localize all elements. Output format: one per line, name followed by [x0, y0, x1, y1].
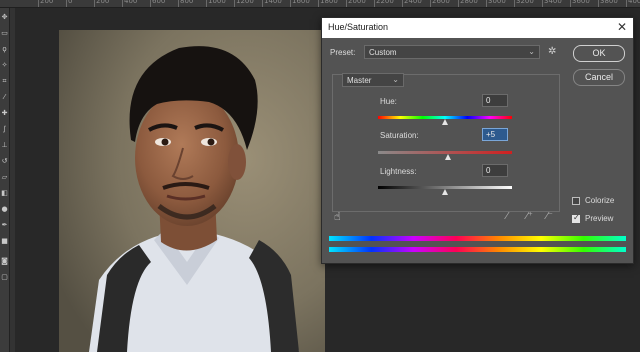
lightness-label: Lightness: — [380, 167, 417, 176]
saturation-input[interactable]: +5 — [482, 128, 508, 141]
colorize-checkbox[interactable] — [572, 197, 580, 205]
magic-wand-tool-icon[interactable]: ✧ — [1, 62, 8, 69]
ruler-tick-label: 800 — [180, 0, 194, 5]
preview-checkbox[interactable] — [572, 213, 580, 223]
ruler-tick — [486, 0, 487, 7]
history-brush-tool-icon[interactable]: ↺ — [1, 158, 8, 165]
ruler-tick — [346, 0, 347, 7]
ruler-tick — [514, 0, 515, 7]
preset-label: Preset: — [330, 48, 356, 57]
hue-input[interactable]: 0 — [482, 94, 508, 107]
hue-slider-thumb[interactable] — [442, 119, 448, 125]
brush-tool-icon[interactable]: ∫ — [1, 126, 8, 133]
pen-tool-icon[interactable]: ✒ — [1, 222, 8, 229]
ruler-tick — [626, 0, 627, 7]
close-icon[interactable]: ✕ — [617, 20, 627, 34]
ruler-tick — [402, 0, 403, 7]
ruler-tick — [178, 0, 179, 7]
preset-dropdown[interactable]: Custom ⌄ — [364, 45, 540, 59]
ruler-tick-label: 2200 — [376, 0, 394, 5]
portrait-photo — [59, 30, 325, 352]
ruler-tick — [206, 0, 207, 7]
hue-saturation-dialog: Hue/Saturation ✕ Preset: Custom ⌄ ✲ OK C… — [321, 17, 634, 264]
ruler-tick — [234, 0, 235, 7]
dialog-title: Hue/Saturation — [328, 22, 389, 32]
ruler-tick-label: 1400 — [264, 0, 282, 5]
left-ruler — [10, 8, 15, 352]
quick-mask-icon[interactable]: ◙ — [1, 258, 8, 265]
ruler-tick-label: 1000 — [208, 0, 226, 5]
lasso-tool-icon[interactable]: ϙ — [1, 46, 8, 53]
ruler-tick — [542, 0, 543, 7]
ruler-tick — [150, 0, 151, 7]
ruler-tick-label: 400 — [124, 0, 138, 5]
ruler-tick-label: 3400 — [544, 0, 562, 5]
tools-panel: ✥ ▭ ϙ ✧ ⌗ ⁄ ✚ ∫ ⊥ ↺ ▱ ◧ ● ✒ ■ ◙ ▢ — [0, 8, 10, 352]
ruler-tick — [38, 0, 39, 7]
eraser-tool-icon[interactable]: ▱ — [1, 174, 8, 181]
ruler-tick-label: 200 — [96, 0, 110, 5]
screen-mode-icon[interactable]: ▢ — [1, 274, 8, 281]
gradient-tool-icon[interactable]: ◧ — [1, 190, 8, 197]
document-canvas[interactable] — [59, 30, 325, 352]
ruler-tick-label: 4000 — [628, 0, 640, 5]
saturation-slider-thumb[interactable] — [445, 154, 451, 160]
saturation-label: Saturation: — [380, 131, 419, 140]
crop-tool-icon[interactable]: ⌗ — [1, 78, 8, 85]
ruler-tick — [66, 0, 67, 7]
ruler-tick-label: 2800 — [460, 0, 478, 5]
cancel-button[interactable]: Cancel — [573, 69, 625, 86]
ruler-tick — [94, 0, 95, 7]
ruler-tick-label: 2600 — [432, 0, 450, 5]
eyedropper-plus-icon[interactable]: ⁄⁺ — [526, 211, 533, 222]
channel-value: Master — [347, 76, 372, 85]
ruler-tick-label: 200 — [40, 0, 54, 5]
ruler-tick — [122, 0, 123, 7]
ruler-tick — [458, 0, 459, 7]
ruler-tick-label: 1800 — [320, 0, 338, 5]
ruler-tick-label: 3800 — [600, 0, 618, 5]
output-spectrum-bar — [329, 247, 626, 252]
ruler-tick — [374, 0, 375, 7]
eyedropper-minus-icon[interactable]: ⁄⁻ — [546, 211, 553, 222]
marquee-tool-icon[interactable]: ▭ — [1, 30, 8, 37]
top-ruler: 200 0 200 400 600 800 1000 1200 1400 1600 1800 2000… — [0, 0, 640, 8]
colorize-label: Colorize — [585, 196, 615, 205]
ruler-tick-label: 2400 — [404, 0, 422, 5]
chevron-down-icon: ⌄ — [392, 75, 399, 84]
ruler-tick-label: 3000 — [488, 0, 506, 5]
ruler-tick-label: 2000 — [348, 0, 366, 5]
blur-tool-icon[interactable]: ● — [1, 206, 8, 213]
preview-label: Preview — [585, 214, 614, 223]
input-spectrum-bar — [329, 236, 626, 241]
ruler-tick-label: 1600 — [292, 0, 310, 5]
ruler-tick-label: 3200 — [516, 0, 534, 5]
hue-label: Hue: — [380, 97, 397, 106]
ruler-tick-label: 0 — [68, 0, 73, 5]
ruler-tick-label: 3600 — [572, 0, 590, 5]
gear-icon[interactable]: ✲ — [548, 46, 556, 57]
eyedropper-tool-icon[interactable]: ⁄ — [1, 94, 8, 101]
ruler-tick — [290, 0, 291, 7]
ruler-tick — [598, 0, 599, 7]
ruler-tick — [318, 0, 319, 7]
channel-dropdown[interactable]: Master ⌄ — [342, 73, 404, 87]
target-adjust-hand-icon[interactable]: ☝ — [334, 210, 341, 223]
ruler-tick — [262, 0, 263, 7]
color-swatch-icon[interactable]: ■ — [1, 238, 8, 245]
lightness-slider-thumb[interactable] — [442, 189, 448, 195]
clone-stamp-tool-icon[interactable]: ⊥ — [1, 142, 8, 149]
ruler-tick — [570, 0, 571, 7]
healing-brush-tool-icon[interactable]: ✚ — [1, 110, 8, 117]
ruler-tick-label: 600 — [152, 0, 166, 5]
move-tool-icon[interactable]: ✥ — [1, 14, 8, 21]
dialog-titlebar[interactable]: Hue/Saturation ✕ — [322, 18, 633, 38]
chevron-down-icon: ⌄ — [528, 47, 535, 56]
lightness-input[interactable]: 0 — [482, 164, 508, 177]
ok-button[interactable]: OK — [573, 45, 625, 62]
ruler-tick — [430, 0, 431, 7]
ruler-tick-label: 1200 — [236, 0, 254, 5]
eyedropper-icon[interactable]: ⁄ — [506, 211, 508, 222]
preset-value: Custom — [369, 48, 397, 57]
